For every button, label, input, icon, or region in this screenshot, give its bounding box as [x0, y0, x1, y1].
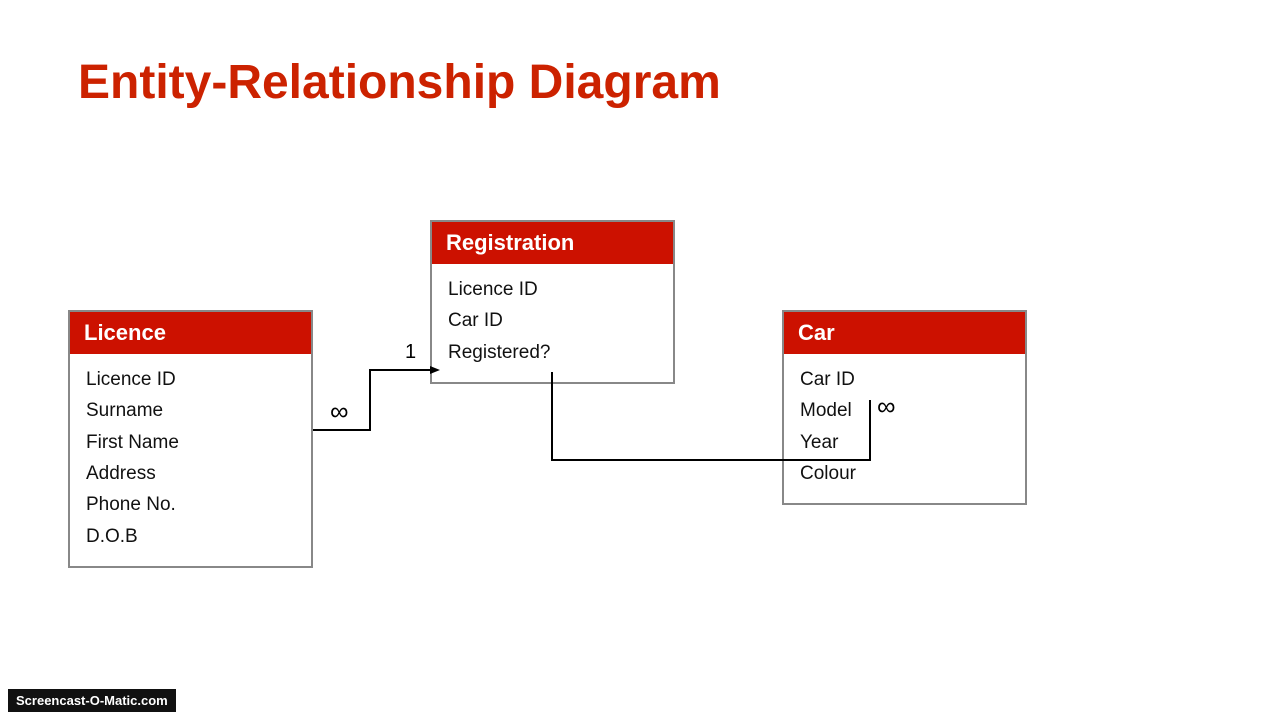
licence-cardinality-symbol: ∞ [330, 396, 349, 426]
car-body: Car ID Model Year Colour [784, 354, 1025, 503]
licence-field-4: Address [86, 458, 295, 489]
registration-field-3: Registered? [448, 337, 657, 368]
licence-registration-line [313, 370, 430, 430]
car-field-2: Model [800, 395, 1009, 426]
registration-header: Registration [432, 222, 673, 264]
licence-body: Licence ID Surname First Name Address Ph… [70, 354, 311, 566]
licence-field-5: Phone No. [86, 489, 295, 520]
licence-header: Licence [70, 312, 311, 354]
car-field-3: Year [800, 427, 1009, 458]
car-entity: Car Car ID Model Year Colour [782, 310, 1027, 505]
registration-field-1: Licence ID [448, 274, 657, 305]
car-field-4: Colour [800, 458, 1009, 489]
licence-field-2: Surname [86, 395, 295, 426]
licence-field-1: Licence ID [86, 364, 295, 395]
registration-body: Licence ID Car ID Registered? [432, 264, 673, 382]
car-field-1: Car ID [800, 364, 1009, 395]
car-header: Car [784, 312, 1025, 354]
watermark: Screencast-O-Matic.com [8, 689, 176, 712]
page-title: Entity-Relationship Diagram [78, 55, 721, 110]
licence-entity: Licence Licence ID Surname First Name Ad… [68, 310, 313, 568]
registration-cardinality-symbol: 1 [405, 341, 416, 363]
licence-field-6: D.O.B [86, 521, 295, 552]
registration-field-2: Car ID [448, 305, 657, 336]
licence-field-3: First Name [86, 427, 295, 458]
registration-entity: Registration Licence ID Car ID Registere… [430, 220, 675, 384]
